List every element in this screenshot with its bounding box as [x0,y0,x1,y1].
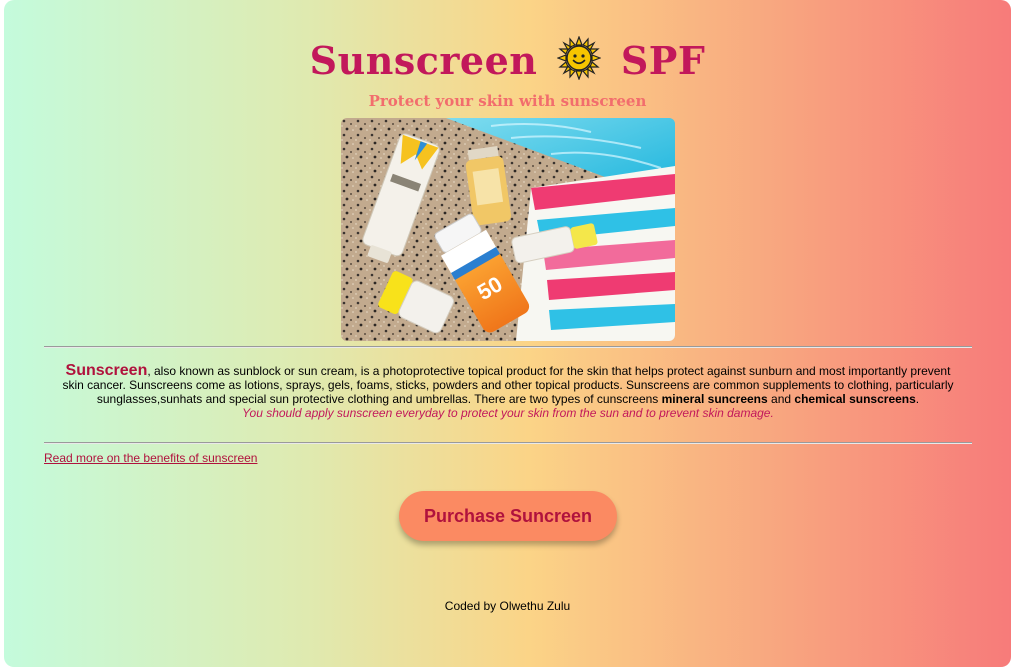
purchase-button[interactable]: Purchase Suncreen [399,491,617,541]
page-card: Sunscreen SPF Protect your skin with sun… [4,0,1011,667]
divider-top [44,346,972,348]
article-bold-mineral: mineral suncreens [661,392,768,406]
article-text-2: and [767,392,795,406]
benefits-link[interactable]: Read more on the benefits of sunscreen [44,451,257,465]
article-tip: You should apply sunscreen everyday to p… [242,406,774,420]
page-subtitle: Protect your skin with sunscreen [368,92,647,110]
article-bold-chemical: chemical sunscreens [794,392,916,406]
article-lead: Sunscreen [65,362,148,379]
sun-icon [556,35,602,81]
footer-credit: Coded by Olwethu Zulu [444,599,571,613]
article-text-3: . [915,392,920,406]
article-paragraph: Sunscreen, also known as sunblock or sun… [54,362,962,421]
page-title: Sunscreen SPF [4,35,1011,83]
title-word-spf: SPF [620,38,706,83]
divider-bottom [44,442,972,444]
hero-image: 50 [341,118,675,341]
title-word-sunscreen: Sunscreen [309,38,538,83]
